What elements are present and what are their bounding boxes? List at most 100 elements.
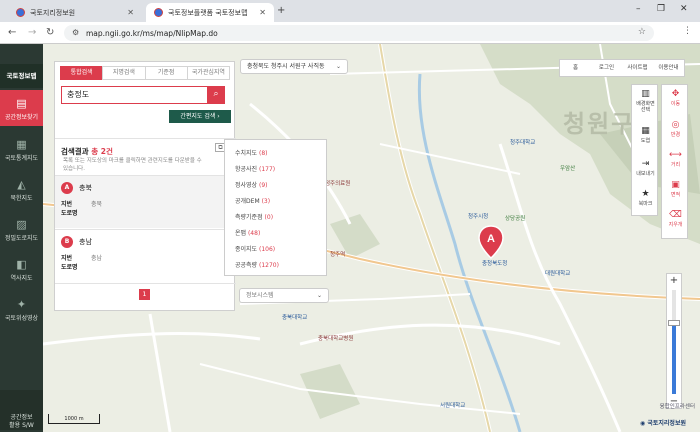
nav-software[interactable]: 공간정보 활용 S/W	[0, 390, 43, 430]
layer-item[interactable]: 항공사진 (177)	[235, 164, 275, 173]
forward-arrow-icon[interactable]: →	[28, 27, 36, 38]
new-tab-button[interactable]: +	[277, 5, 285, 16]
eraser-tool-button[interactable]: ⌫ 지우개	[662, 211, 689, 229]
bookmark-button[interactable]: ★ 북마크	[632, 189, 659, 208]
tab-integrated-search[interactable]: 통합검색	[60, 66, 104, 80]
nav-satellite-image[interactable]: ✦ 국토위성영상	[0, 298, 43, 328]
export-button[interactable]: ⇥ 내보내기	[632, 160, 659, 178]
map-result-marker[interactable]: A	[478, 225, 504, 259]
result-title-text: 검색결과	[61, 147, 89, 156]
tool-label: 도엽	[640, 138, 651, 144]
layer-item[interactable]: 공개DEM (3)	[235, 196, 270, 205]
nav-home[interactable]: 국토정보맵	[0, 64, 43, 88]
nav-spatial-search[interactable]: ▤ 공간정보찾기	[0, 90, 43, 126]
nav-statistics-map[interactable]: ▦ 국토통계지도	[0, 138, 43, 168]
top-links: 홈 로그인 사이트맵 이용안내	[559, 59, 685, 77]
bookmark-star-icon[interactable]: ☆	[638, 27, 646, 37]
layer-count: (3)	[261, 198, 271, 205]
layer-item[interactable]: 정사영상 (9)	[235, 180, 268, 189]
radius-tool-button[interactable]: ◎ 반경	[662, 121, 689, 139]
close-window-button[interactable]: ✕	[680, 4, 688, 14]
nav-precision-road-map[interactable]: ▨ 정밀도로지도	[0, 218, 43, 248]
url-field[interactable]: ⚙ map.ngii.go.kr/ms/map/NlipMap.do ☆	[64, 25, 654, 41]
tab-reference-point[interactable]: 기준점	[144, 66, 188, 80]
tab-title: 국토정보플랫폼 국토정보맵	[168, 8, 248, 17]
layer-item[interactable]: 공공측량 (1270)	[235, 260, 279, 269]
guide-link[interactable]: 이용안내	[653, 60, 684, 76]
info-system-dropdown[interactable]: 정보시스템 ⌄	[239, 288, 329, 303]
tool-label: 이동	[670, 101, 681, 107]
quick-map-search-button[interactable]: 간편지도 검색 ›	[169, 110, 231, 123]
tool-label: 지우개	[668, 222, 683, 228]
result-item[interactable]: A 충북 지번 충북 도로명	[55, 176, 236, 228]
chevron-down-icon: ⌄	[316, 292, 322, 299]
nav-north-korea-map[interactable]: ◭ 북한지도	[0, 178, 43, 208]
distance-tool-button[interactable]: ⟷ 거리	[662, 151, 689, 169]
maximize-button[interactable]: ❐	[657, 4, 665, 14]
nav-label: 국토위성영상	[4, 315, 39, 322]
map-label: 충북대학교병원	[318, 336, 354, 342]
tool-label: 면적	[670, 192, 681, 198]
sitemap-link[interactable]: 사이트맵	[622, 60, 653, 76]
move-tool-button[interactable]: ✥ 이동	[662, 90, 689, 108]
layer-item[interactable]: 온맵 (48)	[235, 228, 260, 237]
map-label: 청주역	[330, 252, 346, 258]
login-link[interactable]: 로그인	[591, 60, 622, 76]
favicon-icon	[154, 8, 163, 17]
layer-name: 정사영상	[235, 182, 258, 189]
provider-logo-text: 국토지리정보원	[647, 420, 686, 427]
result-description: 목록 또는 지도상의 마크를 클릭하면 관련지도를 다운받을 수 있습니다.	[63, 158, 202, 172]
background-select-button[interactable]: ▥ 배경화면 선택	[632, 90, 659, 114]
tab-place-search[interactable]: 지명검색	[102, 66, 146, 80]
star-icon: ★	[641, 189, 650, 199]
history-icon: ◧	[16, 258, 27, 271]
site-info-icon[interactable]: ⚙	[72, 28, 79, 37]
browser-menu-icon[interactable]: ⋮	[683, 26, 692, 36]
search-button[interactable]: ⌕	[207, 86, 225, 104]
result-marker-a: A	[61, 182, 73, 194]
zoom-level-fill	[672, 323, 676, 394]
browser-tab-bar: 국토지리정보원 ✕ 국토정보플랫폼 국토정보맵 ✕ + – ❐ ✕	[0, 0, 700, 22]
grid-icon: ▦	[641, 126, 650, 136]
layer-name: 공공측량	[235, 262, 258, 269]
result-item[interactable]: B 충남 지번 충남 도로명	[55, 230, 236, 282]
search-tabs: 통합검색 지명검색 기준점 국가관심지역	[60, 66, 230, 80]
layer-item[interactable]: 측량기준점 (0)	[235, 212, 273, 221]
result-count-prefix: 총	[91, 147, 99, 156]
zoom-slider[interactable]	[672, 290, 676, 394]
quick-button-label: 간편지도 검색	[180, 113, 216, 120]
zoom-in-button[interactable]: +	[667, 275, 681, 287]
map-sheet-button[interactable]: ▦ 도엽	[632, 126, 659, 145]
search-input[interactable]: 충정도	[61, 86, 211, 104]
page-1-button[interactable]: 1	[139, 289, 150, 300]
area-icon: ▣	[671, 180, 680, 190]
nav-historical-map[interactable]: ◧ 역사지도	[0, 258, 43, 288]
zoom-slider-handle[interactable]	[668, 320, 680, 327]
layer-count: (177)	[259, 166, 276, 173]
divider	[55, 138, 236, 139]
home-link[interactable]: 홈	[560, 60, 591, 76]
browser-tab-inactive[interactable]: 국토지리정보원 ✕	[8, 3, 142, 22]
field-value: 충북	[91, 201, 103, 208]
area-tool-button[interactable]: ▣ 면적	[662, 180, 689, 199]
favicon-icon	[16, 8, 25, 17]
layer-count: (8)	[259, 150, 268, 157]
back-arrow-icon[interactable]: ←	[8, 27, 16, 38]
reload-icon[interactable]: ↻	[46, 27, 54, 38]
close-tab-icon[interactable]: ✕	[127, 8, 134, 17]
layer-name: 항공사진	[235, 166, 258, 173]
browser-tab-active[interactable]: 국토정보플랫폼 국토정보맵 ✕	[146, 3, 274, 22]
layer-count: (9)	[259, 182, 268, 189]
map-label: 청주의료원	[325, 181, 351, 187]
minimize-button[interactable]: –	[636, 4, 641, 14]
scale-bar: 1000 m	[48, 414, 100, 424]
layer-item[interactable]: 수치지도 (8)	[235, 148, 268, 157]
location-dropdown[interactable]: 충청북도 청주시 서원구 사직동 ⌄	[240, 59, 348, 74]
district-label: 청원구	[563, 110, 636, 138]
map-label: 대원대학교	[545, 271, 571, 277]
nav-label: 국토정보맵	[6, 72, 37, 80]
tab-national-interest-area[interactable]: 국가관심지역	[186, 66, 230, 80]
close-tab-icon[interactable]: ✕	[259, 8, 266, 17]
layer-item[interactable]: 종이지도 (106)	[235, 244, 275, 253]
road-icon: ▨	[16, 218, 27, 231]
